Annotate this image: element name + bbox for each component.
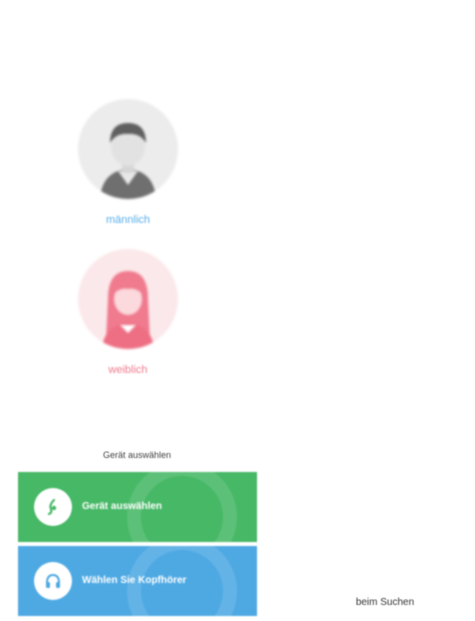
select-device-label: Gerät auswählen xyxy=(82,501,163,512)
male-label: männlich xyxy=(105,214,151,226)
select-device-button[interactable]: Gerät auswählen xyxy=(18,472,257,542)
headphones-icon xyxy=(34,562,72,600)
female-label: weiblich xyxy=(108,364,148,376)
search-title: beim Suchen xyxy=(355,597,415,608)
screen: männlich weiblich Gerät auswählen Gerät … xyxy=(0,0,475,621)
device-icon xyxy=(34,488,72,526)
section-title: Gerät auswählen xyxy=(102,450,172,460)
gender-option-female[interactable]: weiblich xyxy=(76,249,180,376)
male-avatar-icon xyxy=(78,99,178,199)
choose-headphones-label: Wählen Sie Kopfhörer xyxy=(82,575,187,586)
female-avatar-icon xyxy=(78,249,178,349)
gender-option-male[interactable]: männlich xyxy=(76,99,180,226)
choose-headphones-button[interactable]: Wählen Sie Kopfhörer xyxy=(18,546,257,616)
